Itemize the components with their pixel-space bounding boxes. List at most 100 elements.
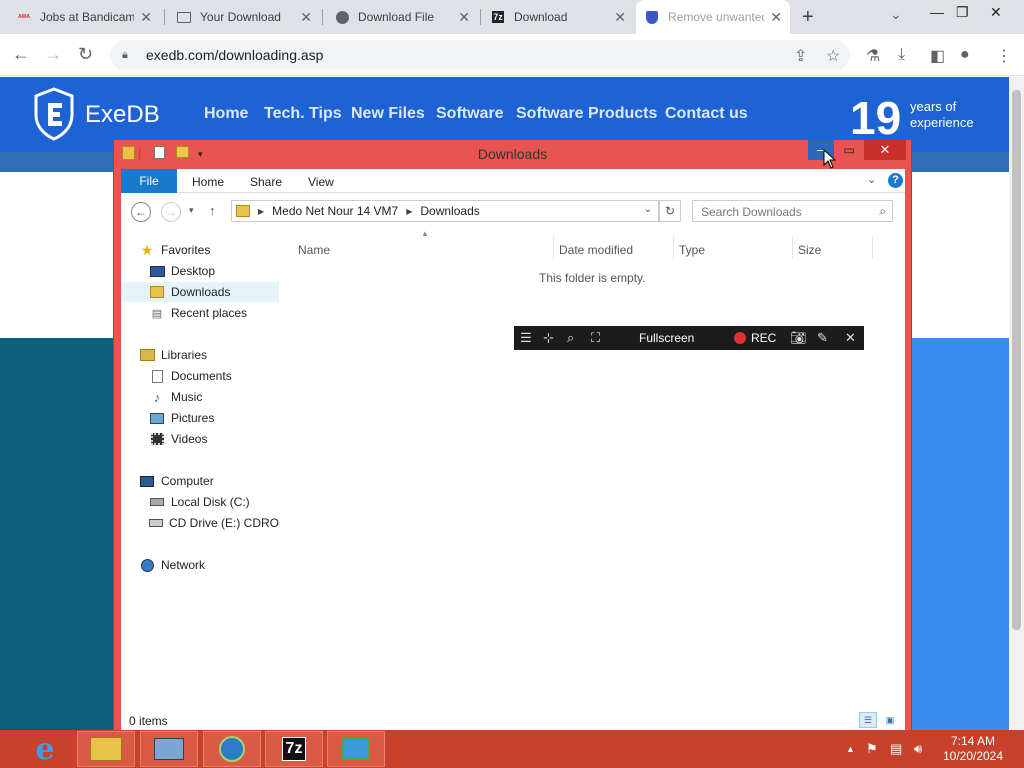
nav-recent-places[interactable]: ▤ Recent places	[149, 303, 247, 323]
details-view-icon[interactable]: ☰	[859, 712, 877, 728]
download-icon[interactable]: ⤓	[898, 46, 905, 64]
close-icon[interactable]: ✕	[458, 9, 470, 26]
tab-2[interactable]: Download File ✕	[326, 0, 478, 34]
crop-region-icon[interactable]: ⛶	[591, 330, 600, 346]
close-icon[interactable]: ✕	[770, 9, 782, 26]
reload-icon[interactable]: ↻	[78, 44, 93, 65]
nav-contact-us[interactable]: Contact us	[665, 105, 748, 123]
side-panel-icon[interactable]: ◧	[930, 46, 945, 66]
record-dot-icon[interactable]	[734, 332, 746, 344]
explorer-titlebar[interactable]: | ▾ Downloads – ▭ ✕	[114, 140, 911, 168]
region-search-icon[interactable]: ⌕	[567, 330, 574, 346]
record-button[interactable]: REC	[751, 331, 776, 345]
menu-icon[interactable]: ☰	[520, 330, 532, 346]
pencil-icon[interactable]: ✎	[817, 330, 828, 346]
new-tab-button[interactable]: +	[802, 6, 814, 29]
tab-3[interactable]: 7z Download ✕	[482, 0, 634, 34]
camera-icon[interactable]: 📷︎	[790, 330, 807, 346]
column-divider[interactable]	[673, 235, 674, 259]
search-input[interactable]: Search Downloads ⌕	[692, 200, 893, 222]
7zip-icon[interactable]: 7z	[265, 731, 323, 767]
forward-arrow-icon[interactable]: →	[161, 202, 181, 222]
close-icon[interactable]: ✕	[614, 9, 626, 26]
restore-icon[interactable]: ❐	[956, 4, 969, 21]
column-type[interactable]: Type	[679, 243, 705, 257]
nav-software-products[interactable]: Software Products	[516, 105, 657, 123]
nav-network[interactable]: Network	[139, 555, 205, 575]
lab-flask-icon[interactable]: ⚗	[866, 46, 880, 66]
nav-new-files[interactable]: New Files	[351, 105, 425, 123]
help-icon[interactable]: ?	[888, 173, 903, 188]
minimize-icon[interactable]: —	[930, 4, 944, 20]
close-icon[interactable]: ✕	[300, 9, 312, 26]
nav-home[interactable]: Home	[204, 105, 248, 123]
close-icon[interactable]: ✕	[845, 330, 856, 346]
globe-app-icon[interactable]	[203, 731, 261, 767]
server-manager-icon[interactable]	[140, 731, 198, 767]
menu-icon[interactable]: ⋮	[996, 46, 1012, 66]
forward-icon[interactable]: →	[44, 44, 62, 65]
ribbon-tab-view[interactable]: View	[308, 175, 334, 189]
nav-cd-drive[interactable]: CD Drive (E:) CDROM	[149, 513, 279, 533]
nav-label: Libraries	[161, 348, 208, 362]
site-logo-text[interactable]: ExeDB	[85, 101, 160, 129]
breadcrumb-computer[interactable]: Medo Net Nour 14 VM7	[272, 204, 398, 218]
address-bar[interactable]: 🔒︎ exedb.com/downloading.asp	[110, 40, 850, 70]
column-divider[interactable]	[792, 235, 793, 259]
volume-icon[interactable]: 🔊︎	[914, 741, 922, 757]
close-window-icon[interactable]: ✕	[990, 4, 1002, 21]
share-icon[interactable]: ⇪	[794, 46, 807, 66]
breadcrumb-downloads[interactable]: Downloads	[420, 204, 479, 218]
internet-explorer-icon[interactable]: e	[16, 731, 74, 767]
large-icons-view-icon[interactable]: ▣	[881, 712, 899, 728]
nav-downloads[interactable]: Downloads	[121, 282, 279, 302]
close-icon[interactable]: ✕	[140, 9, 152, 26]
back-icon[interactable]: ←	[12, 44, 30, 65]
nav-videos[interactable]: Videos	[149, 429, 207, 449]
tab-search-chevron-icon[interactable]: ⌄	[890, 6, 902, 23]
bookmark-star-icon[interactable]: ☆	[826, 46, 840, 66]
explorer-maximize-button[interactable]: ▭	[836, 140, 862, 160]
nav-desktop[interactable]: Desktop	[149, 261, 215, 281]
nav-music[interactable]: ♪ Music	[149, 387, 203, 407]
flag-icon[interactable]: ⚑	[866, 741, 878, 757]
nav-local-disk[interactable]: Local Disk (C:)	[149, 492, 250, 512]
tab-4[interactable]: Remove unwanted ✕	[636, 0, 790, 34]
network-tray-icon[interactable]: ▤	[890, 741, 902, 757]
address-row: ← → ▾ ↑ ▶ Medo Net Nour 14 VM7 ▶ Downloa…	[121, 193, 905, 229]
shrink-icon[interactable]: ⊹	[543, 330, 554, 346]
nav-computer[interactable]: Computer	[139, 471, 214, 491]
tab-1[interactable]: Your Download ✕	[168, 0, 320, 34]
explorer-close-button[interactable]: ✕	[864, 140, 906, 160]
address-dropdown-chevron-icon[interactable]: ⌄	[644, 204, 652, 215]
profile-icon[interactable]: ●	[960, 46, 970, 64]
nav-documents[interactable]: Documents	[149, 366, 232, 386]
nav-favorites[interactable]: ★ Favorites	[139, 240, 211, 260]
show-hidden-icons-chevron-icon[interactable]: ▲	[846, 744, 855, 754]
ribbon-tab-home[interactable]: Home	[192, 175, 224, 189]
column-divider[interactable]	[553, 235, 554, 259]
nav-pictures[interactable]: Pictures	[149, 408, 214, 428]
ribbon-tab-file[interactable]: File	[121, 169, 177, 193]
ribbon-tab-share[interactable]: Share	[250, 175, 282, 189]
clock[interactable]: 7:14 AM 10/20/2024	[930, 734, 1016, 764]
empty-folder-message: This folder is empty.	[539, 271, 646, 285]
expand-ribbon-chevron-icon[interactable]: ⌄	[867, 173, 876, 186]
nav-software[interactable]: Software	[436, 105, 504, 123]
page-scrollbar-thumb[interactable]	[1012, 90, 1021, 630]
explorer-address-bar[interactable]: ▶ Medo Net Nour 14 VM7 ▶ Downloads ⌄	[231, 200, 659, 222]
refresh-icon[interactable]: ↻	[659, 200, 681, 222]
nav-tech-tips[interactable]: Tech. Tips	[264, 105, 342, 123]
tab-0[interactable]: ᴬᴹᴬ Jobs at Bandicam ✕	[8, 0, 160, 34]
nav-libraries[interactable]: Libraries	[139, 345, 207, 365]
fullscreen-label[interactable]: Fullscreen	[639, 331, 694, 345]
recent-locations-chevron-icon[interactable]: ▾	[189, 205, 194, 216]
remote-desktop-icon[interactable]	[327, 731, 385, 767]
file-explorer-icon[interactable]	[77, 731, 135, 767]
column-name[interactable]: Name	[298, 243, 330, 257]
column-divider[interactable]	[872, 235, 873, 259]
up-arrow-icon[interactable]: ↑	[209, 203, 216, 218]
back-arrow-icon[interactable]: ←	[131, 202, 151, 222]
column-date-modified[interactable]: Date modified	[559, 243, 633, 257]
column-size[interactable]: Size	[798, 243, 821, 257]
